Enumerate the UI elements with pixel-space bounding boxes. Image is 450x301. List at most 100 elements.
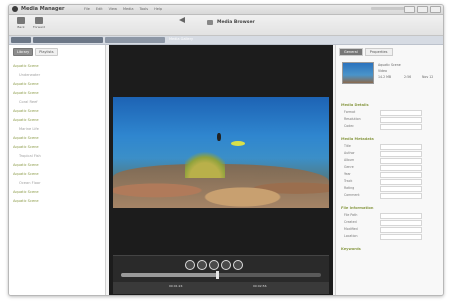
- field-input[interactable]: [380, 220, 422, 226]
- sidebar-item[interactable]: Aquatic Scene: [13, 187, 101, 196]
- rewind-icon[interactable]: [197, 260, 207, 270]
- sidebar-item[interactable]: Ocean Floor: [13, 178, 101, 187]
- section-heading[interactable]: Keywords: [341, 247, 361, 251]
- section-heading[interactable]: Media Metadata: [341, 137, 374, 141]
- field-label: Resolution: [344, 117, 361, 121]
- app-title: Media Manager: [21, 6, 65, 12]
- next-icon[interactable]: [233, 260, 243, 270]
- sidebar-item[interactable]: Aquatic Scene: [13, 88, 101, 97]
- menu-edit[interactable]: Edit: [96, 7, 103, 11]
- field-input[interactable]: [380, 227, 422, 233]
- meta-duration: 2:56: [404, 75, 412, 79]
- play-icon[interactable]: [179, 17, 185, 23]
- field-input[interactable]: [380, 172, 422, 178]
- sidebar-item[interactable]: Aquatic Scene: [13, 61, 101, 70]
- sidebar-item[interactable]: Marine Life: [13, 124, 101, 133]
- video-frame[interactable]: [113, 97, 329, 208]
- field-input[interactable]: [380, 165, 422, 171]
- maximize-icon[interactable]: [417, 6, 428, 13]
- title-bar: Media Manager File Edit View Media Tools…: [9, 5, 443, 15]
- tab-library[interactable]: Library: [13, 48, 34, 56]
- field-input[interactable]: [380, 124, 422, 130]
- field-input[interactable]: [380, 213, 422, 219]
- field-input[interactable]: [380, 144, 422, 150]
- field-input[interactable]: [380, 110, 422, 116]
- field-label: Genre: [344, 165, 354, 169]
- meta-name: Aquatic Scene: [378, 63, 401, 67]
- menu-view[interactable]: View: [109, 7, 117, 11]
- tab-general[interactable]: General: [339, 48, 363, 56]
- window-controls: [404, 6, 441, 13]
- field-label: Track: [344, 179, 353, 183]
- path-current[interactable]: [105, 37, 165, 43]
- path-root[interactable]: [11, 37, 31, 43]
- sidebar-item[interactable]: Aquatic Scene: [13, 79, 101, 88]
- sidebar-item[interactable]: Coral Reef: [13, 97, 101, 106]
- field-input[interactable]: [380, 117, 422, 123]
- app-window: Media Manager File Edit View Media Tools…: [8, 4, 444, 296]
- menu-help[interactable]: Help: [154, 7, 162, 11]
- menu-file[interactable]: File: [84, 7, 90, 11]
- panel-tabs: General Properties: [336, 45, 443, 59]
- dark-fish: [217, 133, 221, 141]
- controls-footer: 00:01:24 00:02:56: [113, 282, 329, 294]
- path-bar: Media Gallery: [9, 36, 443, 45]
- media-icon: [207, 20, 213, 25]
- sidebar: Library Playlists Aquatic Scene Underwate…: [9, 45, 106, 295]
- properties-panel: General Properties Aquatic Scene Video 1…: [335, 45, 443, 295]
- field-input[interactable]: [380, 186, 422, 192]
- meta-date: Nov 12: [422, 75, 434, 79]
- time-total: 00:02:56: [253, 284, 267, 288]
- sidebar-item[interactable]: Aquatic Scene: [13, 160, 101, 169]
- field-input[interactable]: [380, 234, 422, 240]
- forward-icon: [35, 17, 43, 24]
- sidebar-tabs: Library Playlists: [9, 45, 105, 59]
- sidebar-item[interactable]: Underwater: [13, 70, 101, 79]
- close-icon[interactable]: [430, 6, 441, 13]
- back-button[interactable]: Back: [13, 17, 29, 29]
- time-current: 00:01:24: [169, 284, 183, 288]
- previous-icon[interactable]: [185, 260, 195, 270]
- field-input[interactable]: [380, 158, 422, 164]
- field-label: Modified: [344, 227, 358, 231]
- fast-forward-icon[interactable]: [221, 260, 231, 270]
- sidebar-item[interactable]: Aquatic Scene: [13, 106, 101, 115]
- timeline-handle[interactable]: [216, 271, 219, 279]
- path-library[interactable]: [33, 37, 103, 43]
- field-label: Year: [344, 172, 351, 176]
- section-heading[interactable]: Media Details: [341, 103, 369, 107]
- media-player: 00:01:24 00:02:56: [109, 45, 333, 295]
- menu-tools[interactable]: Tools: [139, 7, 148, 11]
- minimize-icon[interactable]: [404, 6, 415, 13]
- field-label: Location: [344, 234, 358, 238]
- app-logo-icon: [12, 6, 18, 12]
- sidebar-item[interactable]: Tropical Fish: [13, 151, 101, 160]
- menu-bar: File Edit View Media Tools Help: [84, 7, 162, 11]
- sidebar-item[interactable]: Aquatic Scene: [13, 115, 101, 124]
- path-current-label: Media Gallery: [169, 37, 194, 41]
- tab-properties[interactable]: Properties: [364, 48, 393, 56]
- field-label: Rating: [344, 186, 355, 190]
- field-label: Created: [344, 220, 357, 224]
- field-input[interactable]: [380, 193, 422, 199]
- field-input[interactable]: [380, 151, 422, 157]
- section-heading[interactable]: File Information: [341, 206, 373, 210]
- sidebar-item[interactable]: Aquatic Scene: [13, 169, 101, 178]
- sidebar-item[interactable]: Aquatic Scene: [13, 142, 101, 151]
- timeline-slider[interactable]: [121, 271, 321, 279]
- menu-media[interactable]: Media: [123, 7, 134, 11]
- field-label: Comment: [344, 193, 360, 197]
- field-label: Format: [344, 110, 356, 114]
- media-thumbnail: [342, 62, 374, 84]
- field-label: Codec: [344, 124, 354, 128]
- timeline-progress: [121, 273, 217, 277]
- sidebar-item[interactable]: Aquatic Scene: [13, 133, 101, 142]
- field-input[interactable]: [380, 179, 422, 185]
- sidebar-item[interactable]: Aquatic Scene: [13, 196, 101, 205]
- meta-size: 14.2 MB: [378, 75, 392, 79]
- forward-button[interactable]: Forward: [31, 17, 47, 29]
- tab-playlists[interactable]: Playlists: [35, 48, 58, 56]
- play-pause-icon[interactable]: [209, 260, 219, 270]
- toolbar: Back Forward Media Browser: [9, 15, 443, 36]
- control-buttons: [185, 260, 243, 270]
